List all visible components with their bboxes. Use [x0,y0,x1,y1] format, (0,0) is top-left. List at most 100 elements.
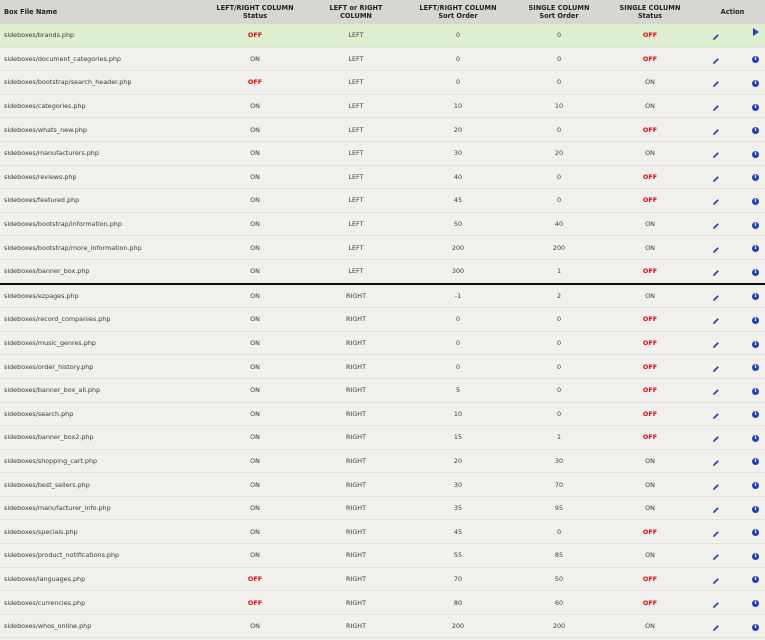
info-icon[interactable]: i [752,529,759,537]
lr-column: LEFT [314,235,398,260]
lr-status: ON [196,283,314,309]
info-icon[interactable]: i [752,600,759,608]
table-row[interactable]: sideboxes/banner_box2.php ON RIGHT 15 1 … [0,425,765,450]
pencil-icon[interactable] [712,553,720,561]
pencil-icon[interactable] [712,341,720,349]
pencil-icon[interactable] [712,435,720,443]
box-file-name: sideboxes/brands.php [0,24,196,48]
pencil-icon[interactable] [712,624,720,632]
table-row[interactable]: sideboxes/languages.php OFF RIGHT 70 50 … [0,567,765,592]
pencil-icon[interactable] [712,365,720,373]
box-file-name: sideboxes/whos_online.php [0,614,196,639]
lr-status: ON [196,614,314,639]
lr-sort-order: 0 [398,47,518,72]
info-icon[interactable]: i [752,103,759,111]
lr-status: ON [196,378,314,403]
lr-sort-order: 50 [398,212,518,237]
info-icon[interactable]: i [752,576,759,584]
info-icon[interactable]: i [752,79,759,87]
single-status: ON [600,472,700,497]
info-icon[interactable]: i [752,268,759,276]
info-icon[interactable]: i [752,364,759,372]
pencil-icon[interactable] [712,388,720,396]
pencil-icon[interactable] [712,80,720,88]
table-row[interactable]: sideboxes/manufacturers.php ON LEFT 30 2… [0,141,765,166]
info-icon[interactable]: i [752,434,759,442]
pencil-icon[interactable] [712,222,720,230]
pencil-icon[interactable] [712,269,720,277]
table-row[interactable]: sideboxes/whats_new.php ON LEFT 20 0 OFF… [0,117,765,142]
action-cell: i [700,70,765,95]
table-row[interactable]: sideboxes/product_notifications.php ON R… [0,543,765,568]
table-row[interactable]: sideboxes/featured.php ON LEFT 45 0 OFF … [0,188,765,213]
info-icon[interactable]: i [752,623,759,631]
info-icon[interactable]: i [752,127,759,135]
table-row[interactable]: sideboxes/order_history.php ON RIGHT 0 0… [0,354,765,379]
table-row[interactable]: sideboxes/bootstrap/search_header.php OF… [0,70,765,95]
info-icon[interactable]: i [752,505,759,513]
info-icon[interactable]: i [752,482,759,490]
pencil-icon[interactable] [712,506,720,514]
lr-sort-order: 15 [398,425,518,450]
table-row[interactable]: sideboxes/document_categories.php ON LEF… [0,47,765,72]
info-icon[interactable]: i [752,174,759,182]
table-row[interactable]: sideboxes/currencies.php OFF RIGHT 80 60… [0,590,765,615]
table-row[interactable]: sideboxes/manufacturer_info.php ON RIGHT… [0,496,765,521]
info-icon[interactable]: i [752,150,759,158]
pencil-icon[interactable] [712,33,720,41]
table-row[interactable]: sideboxes/banner_box.php ON LEFT 300 1 O… [0,259,765,285]
table-row[interactable]: sideboxes/bootstrap/information.php ON L… [0,212,765,237]
pencil-icon[interactable] [712,175,720,183]
lr-sort-order: 80 [398,590,518,615]
info-icon[interactable]: i [752,387,759,395]
table-row[interactable]: sideboxes/brands.php OFF LEFT 0 0 OFF [0,24,765,48]
table-row[interactable]: sideboxes/shopping_cart.php ON RIGHT 20 … [0,449,765,474]
table-row[interactable]: sideboxes/bootstrap/more_information.php… [0,235,765,260]
pencil-icon[interactable] [712,412,720,420]
table-row[interactable]: sideboxes/search.php ON RIGHT 10 0 OFF i [0,402,765,427]
table-row[interactable]: sideboxes/best_sellers.php ON RIGHT 30 7… [0,472,765,497]
lr-status: ON [196,449,314,474]
info-icon[interactable]: i [752,245,759,253]
pencil-icon[interactable] [712,198,720,206]
pencil-icon[interactable] [712,128,720,136]
table-row[interactable]: sideboxes/ezpages.php ON RIGHT -1 2 ON i [0,283,765,309]
table-row[interactable]: sideboxes/music_genres.php ON RIGHT 0 0 … [0,331,765,356]
info-icon[interactable]: i [752,411,759,419]
table-row[interactable]: sideboxes/categories.php ON LEFT 10 10 O… [0,94,765,119]
info-icon[interactable]: i [752,340,759,348]
pencil-icon[interactable] [712,530,720,538]
info-icon[interactable]: i [752,316,759,324]
lr-status: ON [196,165,314,190]
info-icon[interactable]: i [752,293,759,301]
single-sort-order: 2 [518,283,600,309]
pencil-icon[interactable] [712,577,720,585]
play-arrow-icon[interactable] [753,28,759,37]
pencil-icon[interactable] [712,104,720,112]
pencil-icon[interactable] [712,57,720,65]
info-icon[interactable]: i [752,221,759,229]
single-status: OFF [600,519,700,545]
table-row[interactable]: sideboxes/record_companies.php ON RIGHT … [0,307,765,332]
pencil-icon[interactable] [712,317,720,325]
info-icon[interactable]: i [752,56,759,64]
info-icon[interactable]: i [752,197,759,205]
pencil-icon[interactable] [712,294,720,302]
lr-column: RIGHT [314,543,398,568]
table-row[interactable]: sideboxes/reviews.php ON LEFT 40 0 OFF i [0,165,765,190]
pencil-icon[interactable] [712,246,720,254]
single-sort-order: 0 [518,47,600,72]
single-sort-order: 20 [518,141,600,166]
info-icon[interactable]: i [752,458,759,466]
pencil-icon[interactable] [712,459,720,467]
pencil-icon[interactable] [712,151,720,159]
table-row[interactable]: sideboxes/banner_box_all.php ON RIGHT 5 … [0,378,765,403]
action-cell: i [700,378,765,403]
layout-boxes-table: Box File Name LEFT/RIGHT COLUMN Status LE… [0,0,765,639]
info-icon[interactable]: i [752,552,759,560]
pencil-icon[interactable] [712,601,720,609]
table-row[interactable]: sideboxes/whos_online.php ON RIGHT 200 2… [0,614,765,639]
pencil-icon[interactable] [712,483,720,491]
lr-status: OFF [196,24,314,48]
table-row[interactable]: sideboxes/specials.php ON RIGHT 45 0 OFF… [0,519,765,545]
